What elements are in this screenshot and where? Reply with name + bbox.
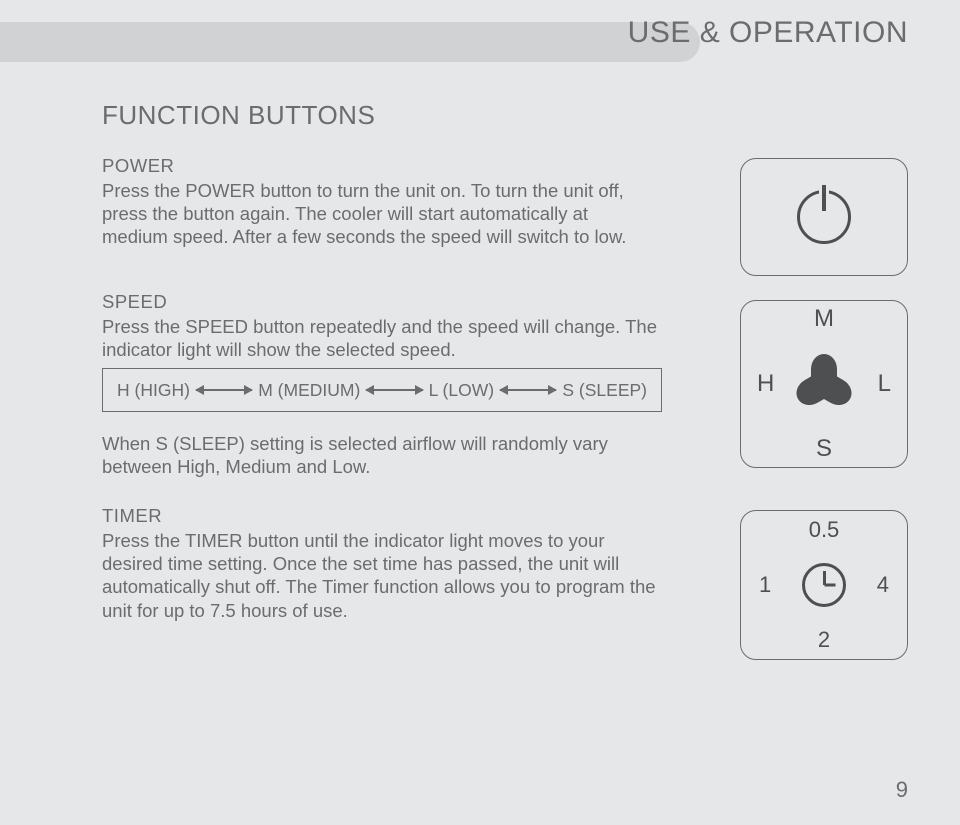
flow-label-high: H (HIGH)	[117, 380, 190, 401]
double-arrow-icon	[366, 389, 422, 391]
timer-label-1: 1	[759, 572, 771, 598]
section-title: FUNCTION BUTTONS	[102, 100, 375, 131]
power-icon	[797, 190, 851, 244]
timer-label-05: 0.5	[809, 517, 840, 543]
timer-button-panel: 0.5 1 4 2	[740, 510, 908, 660]
speed-block: SPEED Press the SPEED button repeatedly …	[102, 290, 657, 361]
flow-label-sleep: S (SLEEP)	[562, 380, 647, 401]
timer-block: TIMER Press the TIMER button until the i…	[102, 504, 657, 622]
power-body: Press the POWER button to turn the unit …	[102, 179, 657, 248]
speed-heading: SPEED	[102, 290, 657, 313]
timer-label-4: 4	[877, 572, 889, 598]
page-number: 9	[896, 777, 908, 803]
header-band	[0, 22, 700, 62]
power-heading: POWER	[102, 154, 657, 177]
speed-flow-box: H (HIGH) M (MEDIUM) L (LOW) S (SLEEP)	[102, 368, 662, 412]
speed-label-m: M	[814, 305, 834, 333]
double-arrow-icon	[196, 389, 252, 391]
speed-label-h: H	[757, 370, 774, 398]
flow-label-low: L (LOW)	[429, 380, 494, 401]
sleep-note: When S (SLEEP) setting is selected airfl…	[102, 432, 657, 478]
double-arrow-icon	[500, 389, 556, 391]
speed-body: Press the SPEED button repeatedly and th…	[102, 315, 657, 361]
power-button-panel	[740, 158, 908, 276]
timer-label-2: 2	[818, 627, 830, 653]
flow-label-medium: M (MEDIUM)	[258, 380, 360, 401]
speed-button-panel: M H L S	[740, 300, 908, 468]
timer-body: Press the TIMER button until the indicat…	[102, 529, 657, 622]
timer-heading: TIMER	[102, 504, 657, 527]
header-title: USE & OPERATION	[628, 16, 908, 50]
clock-icon	[802, 563, 846, 607]
power-block: POWER Press the POWER button to turn the…	[102, 154, 657, 249]
speed-label-l: L	[878, 370, 891, 398]
fan-icon	[795, 355, 853, 413]
speed-label-s: S	[816, 435, 832, 463]
